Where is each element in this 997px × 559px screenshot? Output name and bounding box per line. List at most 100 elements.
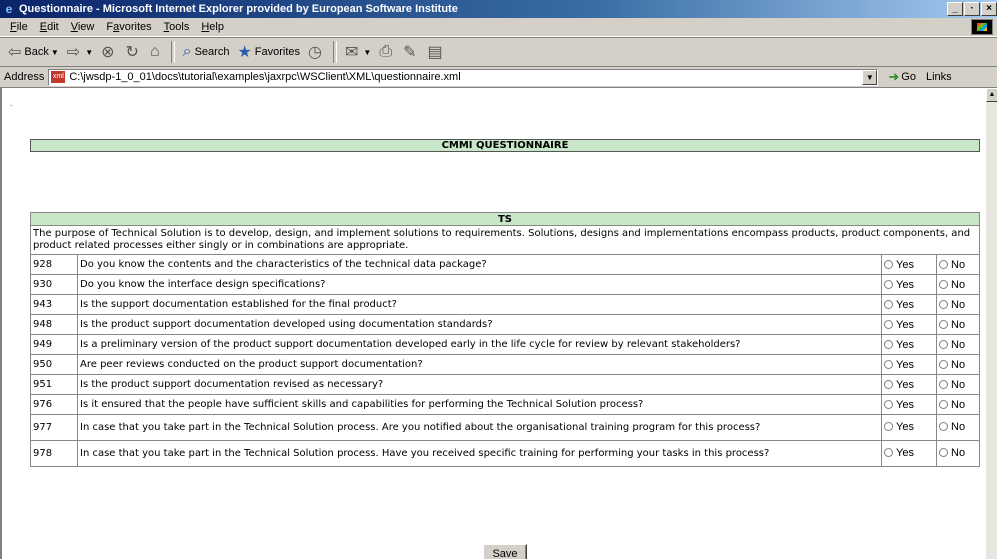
- no-radio[interactable]: [939, 379, 948, 389]
- go-button[interactable]: ➜ Go: [888, 69, 916, 85]
- question-id: 948: [30, 314, 78, 335]
- no-radio[interactable]: [939, 279, 948, 289]
- yes-radio[interactable]: [884, 448, 893, 457]
- toolbar: ⇦ Back ▼ ⇨ ▼ ⊗ ↻ ⌂ ⌕ Search ★ Favorites …: [0, 37, 997, 67]
- no-option[interactable]: No: [936, 394, 980, 415]
- yes-option[interactable]: Yes: [881, 374, 937, 395]
- no-radio[interactable]: [939, 319, 948, 329]
- no-option[interactable]: No: [936, 334, 980, 355]
- print-button[interactable]: ⎙: [375, 40, 399, 64]
- yes-option[interactable]: Yes: [881, 294, 937, 315]
- yes-option[interactable]: Yes: [881, 314, 937, 335]
- question-id: 977: [30, 414, 78, 441]
- yes-option[interactable]: Yes: [881, 440, 937, 467]
- menu-file[interactable]: File: [4, 21, 34, 33]
- refresh-icon: ↻: [125, 44, 139, 61]
- yes-radio[interactable]: [884, 319, 893, 329]
- no-option[interactable]: No: [936, 294, 980, 315]
- no-radio[interactable]: [939, 299, 948, 309]
- yes-radio[interactable]: [884, 422, 893, 431]
- yes-radio[interactable]: [884, 339, 893, 349]
- discuss-button[interactable]: ▤: [424, 40, 450, 64]
- no-option[interactable]: No: [936, 374, 980, 395]
- question-text: Is a preliminary version of the product …: [77, 334, 882, 355]
- save-button[interactable]: Save: [483, 544, 527, 559]
- forward-button[interactable]: ⇨ ▼: [63, 40, 97, 64]
- links-button[interactable]: Links: [926, 71, 952, 83]
- search-icon: ⌕: [182, 43, 192, 60]
- yes-radio[interactable]: [884, 379, 893, 389]
- question-id: 928: [30, 254, 78, 275]
- question-row: 930 Do you know the interface design spec…: [30, 274, 980, 295]
- yes-radio[interactable]: [884, 299, 893, 309]
- edit-button[interactable]: ✎: [399, 40, 423, 64]
- question-text: In case that you take part in the Techni…: [77, 414, 882, 441]
- question-text: Do you know the contents and the charact…: [77, 254, 882, 275]
- no-option[interactable]: No: [936, 354, 980, 375]
- stop-button[interactable]: ⊗: [97, 40, 121, 64]
- favorites-button[interactable]: ★ Favorites: [233, 40, 304, 64]
- vertical-scrollbar[interactable]: ▲: [985, 88, 997, 559]
- yes-option[interactable]: Yes: [881, 274, 937, 295]
- question-text: Are peer reviews conducted on the produc…: [77, 354, 882, 375]
- home-button[interactable]: ⌂: [146, 40, 167, 64]
- title-bar: e Questionnaire - Microsoft Internet Exp…: [0, 0, 997, 18]
- internet-explorer-icon: e: [5, 2, 13, 16]
- maximize-button[interactable]: ·: [964, 2, 980, 16]
- back-arrow-icon: ⇦: [8, 44, 22, 61]
- address-input[interactable]: xml C:\jwsdp-1_0_01\docs\tutorial\exampl…: [48, 68, 879, 86]
- yes-option[interactable]: Yes: [881, 394, 937, 415]
- windows-logo-icon: [971, 19, 993, 35]
- question-id: 950: [30, 354, 78, 375]
- no-option[interactable]: No: [936, 274, 980, 295]
- page-content: . CMMI QUESTIONNAIRE TS The purpose of T…: [0, 88, 985, 559]
- toolbar-divider: [170, 41, 175, 63]
- favorites-star-icon: ★: [237, 44, 252, 61]
- section-purpose: The purpose of Technical Solution is to …: [30, 225, 980, 255]
- scroll-up-button[interactable]: ▲: [986, 88, 997, 102]
- no-radio[interactable]: [939, 399, 948, 409]
- yes-option[interactable]: Yes: [881, 334, 937, 355]
- no-option[interactable]: No: [936, 254, 980, 275]
- question-row: 978 In case that you take part in the Tec…: [30, 440, 980, 467]
- close-button[interactable]: ×: [981, 2, 997, 16]
- questionnaire-table: TS The purpose of Technical Solution is …: [30, 212, 980, 467]
- menu-help[interactable]: Help: [195, 21, 230, 33]
- address-dropdown-button[interactable]: ▼: [862, 69, 878, 85]
- address-bar: Address xml C:\jwsdp-1_0_01\docs\tutoria…: [0, 67, 997, 88]
- history-button[interactable]: ◷: [304, 40, 329, 64]
- no-radio[interactable]: [939, 339, 948, 349]
- question-id: 943: [30, 294, 78, 315]
- yes-radio[interactable]: [884, 399, 893, 409]
- toolbar-divider: [333, 41, 337, 63]
- yes-option[interactable]: Yes: [881, 414, 937, 441]
- page-dot: .: [10, 98, 13, 108]
- yes-option[interactable]: Yes: [881, 354, 937, 375]
- print-icon: ⎙: [379, 43, 393, 60]
- no-radio[interactable]: [939, 422, 948, 431]
- menu-view[interactable]: View: [65, 21, 101, 33]
- back-button[interactable]: ⇦ Back ▼: [4, 40, 63, 64]
- yes-radio[interactable]: [884, 259, 893, 269]
- refresh-button[interactable]: ↻: [122, 40, 146, 64]
- no-option[interactable]: No: [936, 314, 980, 335]
- no-radio[interactable]: [939, 359, 948, 369]
- mail-button[interactable]: ✉ ▼: [341, 40, 375, 64]
- no-option[interactable]: No: [936, 440, 980, 467]
- question-text: Is the support documentation established…: [77, 294, 882, 315]
- edit-icon: ✎: [403, 44, 417, 61]
- menu-tools[interactable]: Tools: [158, 21, 196, 33]
- search-button[interactable]: ⌕ Search: [179, 40, 234, 64]
- window-title: Questionnaire - Microsoft Internet Explo…: [19, 3, 458, 15]
- menu-edit[interactable]: Edit: [34, 21, 65, 33]
- question-row: 943 Is the support documentation establis…: [30, 294, 980, 315]
- yes-radio[interactable]: [884, 279, 893, 289]
- menu-favorites[interactable]: Favorites: [100, 21, 157, 33]
- yes-option[interactable]: Yes: [881, 254, 937, 275]
- no-radio[interactable]: [939, 448, 948, 457]
- no-option[interactable]: No: [936, 414, 980, 441]
- minimize-button[interactable]: _: [947, 2, 963, 16]
- yes-radio[interactable]: [884, 359, 893, 369]
- no-radio[interactable]: [939, 259, 948, 269]
- question-row: 950 Are peer reviews conducted on the pro…: [30, 354, 980, 375]
